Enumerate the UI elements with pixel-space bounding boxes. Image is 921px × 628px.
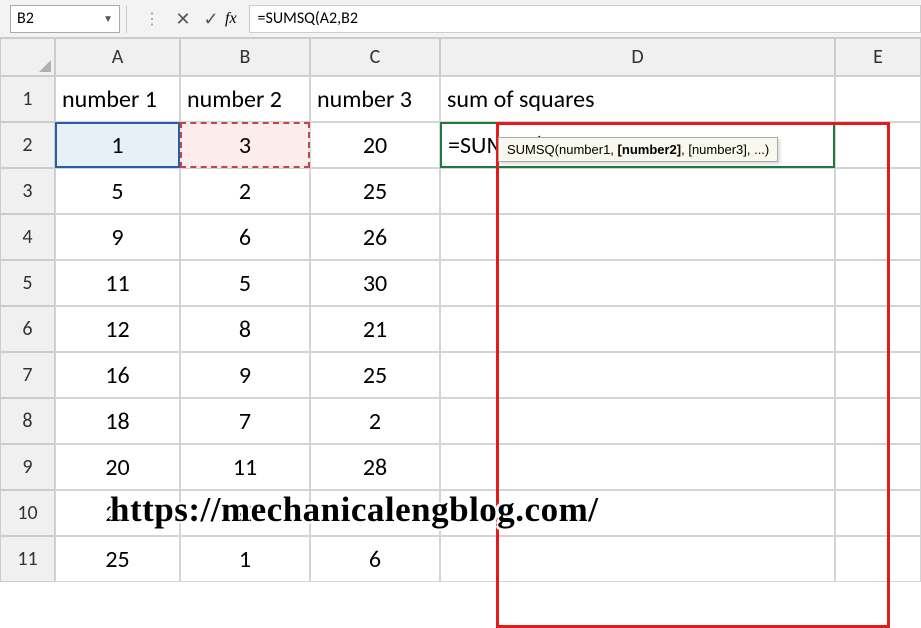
cell-C7[interactable]: 25 <box>310 352 440 398</box>
cell-E9[interactable] <box>835 444 921 490</box>
row-header-5[interactable]: 5 <box>0 260 55 306</box>
row-header-3[interactable]: 3 <box>0 168 55 214</box>
cell-C9[interactable]: 28 <box>310 444 440 490</box>
drag-handle-icon[interactable]: ⋮ <box>144 9 161 29</box>
watermark: https://mechanicalengblog.com/ <box>110 490 598 530</box>
cell-A5[interactable]: 11 <box>55 260 180 306</box>
cell-E7[interactable] <box>835 352 921 398</box>
cell-A3[interactable]: 5 <box>55 168 180 214</box>
cell-A1[interactable]: number 1 <box>55 76 180 122</box>
cell-E8[interactable] <box>835 398 921 444</box>
cell-D1[interactable]: sum of squares <box>440 76 835 122</box>
formula-bar: B2 ▼ ⋮ ✕ ✓ fx =SUMSQ(A2,B2 <box>0 0 921 38</box>
cell-E2[interactable] <box>835 122 921 168</box>
cell-A2[interactable]: 1 <box>55 122 180 168</box>
name-box-value: B2 <box>17 9 34 28</box>
cell-C8[interactable]: 2 <box>310 398 440 444</box>
col-header-A[interactable]: A <box>55 38 180 76</box>
cell-D5[interactable] <box>440 260 835 306</box>
cell-C1[interactable]: number 3 <box>310 76 440 122</box>
cell-A6[interactable]: 12 <box>55 306 180 352</box>
cancel-button[interactable]: ✕ <box>169 5 197 33</box>
cell-E6[interactable] <box>835 306 921 352</box>
cell-B3[interactable]: 2 <box>180 168 310 214</box>
cell-E4[interactable] <box>835 214 921 260</box>
cell-D6[interactable] <box>440 306 835 352</box>
separator <box>126 5 132 33</box>
cell-B8[interactable]: 7 <box>180 398 310 444</box>
cell-D3[interactable] <box>440 168 835 214</box>
name-box[interactable]: B2 ▼ <box>10 5 120 33</box>
cell-D8[interactable] <box>440 398 835 444</box>
row-header-6[interactable]: 6 <box>0 306 55 352</box>
tooltip-bold: [number2] <box>618 142 682 157</box>
cell-E11[interactable] <box>835 536 921 582</box>
cell-B6[interactable]: 8 <box>180 306 310 352</box>
cell-A8[interactable]: 18 <box>55 398 180 444</box>
cell-A9[interactable]: 20 <box>55 444 180 490</box>
cell-C11[interactable]: 6 <box>310 536 440 582</box>
function-tooltip: SUMSQ(number1, [number2], [number3], ...… <box>498 137 778 162</box>
row-header-1[interactable]: 1 <box>0 76 55 122</box>
cell-D9[interactable] <box>440 444 835 490</box>
col-header-C[interactable]: C <box>310 38 440 76</box>
cell-B7[interactable]: 9 <box>180 352 310 398</box>
cell-D11[interactable] <box>440 536 835 582</box>
row-header-7[interactable]: 7 <box>0 352 55 398</box>
tooltip-prefix: SUMSQ(number1, <box>507 142 618 157</box>
cell-B2[interactable]: 3 <box>180 122 310 168</box>
row-header-8[interactable]: 8 <box>0 398 55 444</box>
col-header-D[interactable]: D <box>440 38 835 76</box>
select-all-corner[interactable] <box>0 38 55 76</box>
column-headers-row: A B C D E <box>0 38 921 76</box>
row-header-2[interactable]: 2 <box>0 122 55 168</box>
col-header-E[interactable]: E <box>835 38 921 76</box>
cell-D7[interactable] <box>440 352 835 398</box>
row-header-10[interactable]: 10 <box>0 490 55 536</box>
cell-B1[interactable]: number 2 <box>180 76 310 122</box>
cell-E10[interactable] <box>835 490 921 536</box>
row-headers: 1 2 3 4 5 6 7 8 9 10 11 <box>0 76 55 582</box>
row-header-9[interactable]: 9 <box>0 444 55 490</box>
col-header-B[interactable]: B <box>180 38 310 76</box>
formula-input-text: =SUMSQ(A2,B2 <box>258 9 358 28</box>
cell-C6[interactable]: 21 <box>310 306 440 352</box>
row-header-11[interactable]: 11 <box>0 536 55 582</box>
cell-A4[interactable]: 9 <box>55 214 180 260</box>
cell-B11[interactable]: 1 <box>180 536 310 582</box>
formula-input[interactable]: =SUMSQ(A2,B2 <box>249 5 921 33</box>
cell-E3[interactable] <box>835 168 921 214</box>
cell-C5[interactable]: 30 <box>310 260 440 306</box>
cell-B5[interactable]: 5 <box>180 260 310 306</box>
cell-B9[interactable]: 11 <box>180 444 310 490</box>
row-header-4[interactable]: 4 <box>0 214 55 260</box>
cell-A7[interactable]: 16 <box>55 352 180 398</box>
cell-D4[interactable] <box>440 214 835 260</box>
cell-C4[interactable]: 26 <box>310 214 440 260</box>
chevron-down-icon[interactable]: ▼ <box>103 12 113 25</box>
cell-C2[interactable]: 20 <box>310 122 440 168</box>
fx-icon[interactable]: fx <box>225 10 237 28</box>
cell-B4[interactable]: 6 <box>180 214 310 260</box>
cell-A11[interactable]: 25 <box>55 536 180 582</box>
cell-E1[interactable] <box>835 76 921 122</box>
enter-button[interactable]: ✓ <box>197 5 225 33</box>
tooltip-suffix: , [number3], ...) <box>681 142 769 157</box>
cell-C3[interactable]: 25 <box>310 168 440 214</box>
cell-E5[interactable] <box>835 260 921 306</box>
